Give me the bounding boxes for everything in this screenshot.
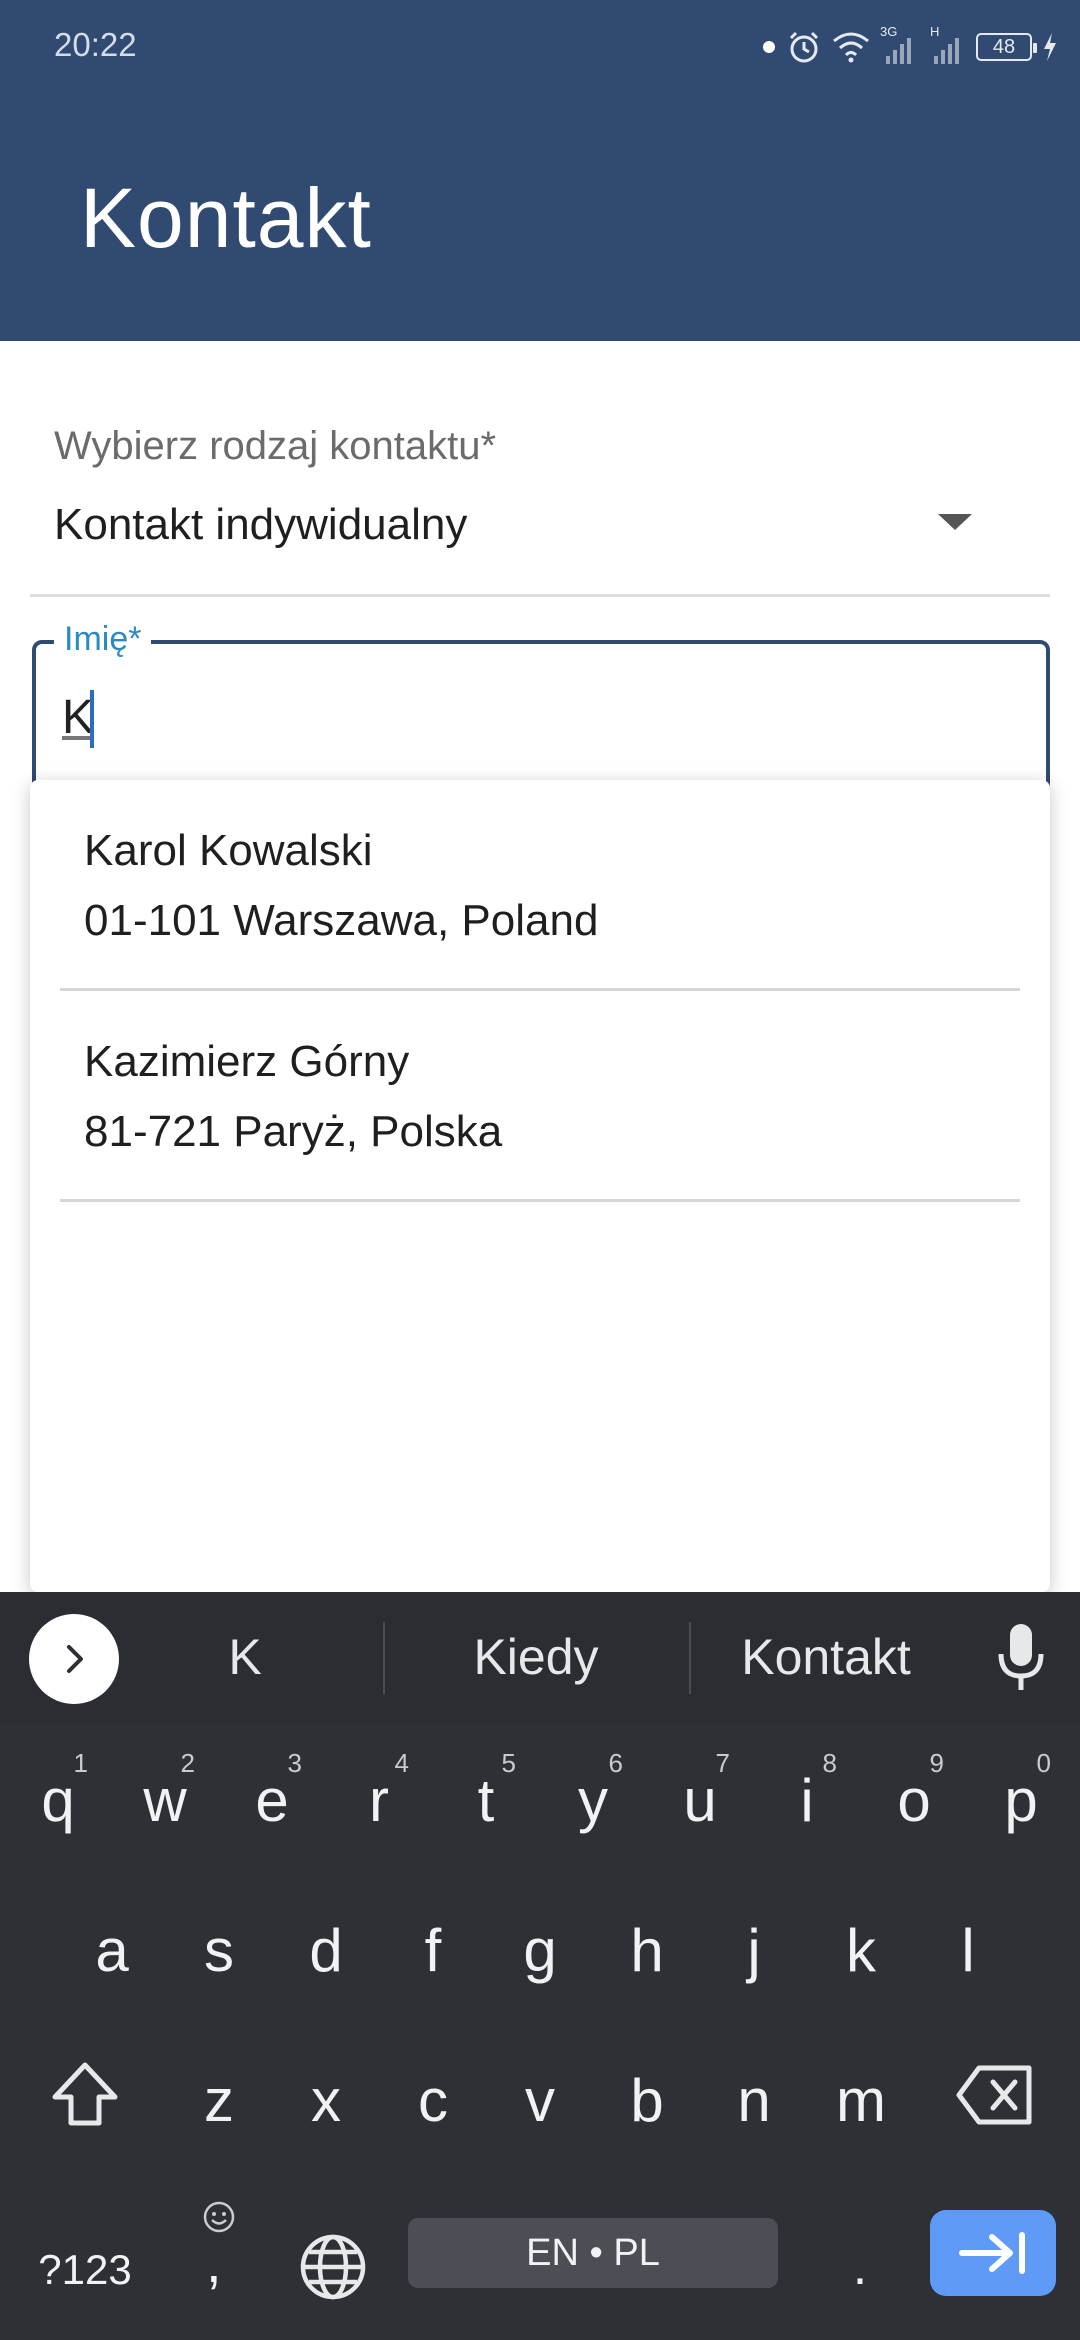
key-l[interactable]: l [918,1886,1018,2016]
autocomplete-dropdown: Karol Kowalski 01-101 Warszawa, Poland K… [30,780,1050,1592]
contact-type-label: Wybierz rodzaj kontaktu* [54,424,497,468]
key-number-hint: 0 [1036,1748,1051,1778]
text-cursor [90,690,94,748]
status-time: 20:22 [54,26,137,63]
period-key[interactable]: . [820,2232,900,2302]
next-arrow-icon[interactable] [930,2210,1056,2296]
contact-type-underline [30,594,1050,597]
key-m[interactable]: m [811,2036,911,2166]
key-label: i [800,1767,814,1834]
alarm-icon [789,31,819,63]
key-number-hint: 6 [608,1748,623,1778]
key-label: y [578,1767,608,1834]
signal-3g-icon: 3G [880,24,918,66]
suggestion-name: Karol Kowalski [84,826,373,875]
mic-icon[interactable] [994,1622,1048,1694]
key-n[interactable]: n [704,2036,804,2166]
key-d[interactable]: d [276,1886,376,2016]
key-u[interactable]: u7 [650,1736,750,1866]
status-icons: 3G H 48 [762,22,1058,72]
key-number-hint: 9 [929,1748,944,1778]
key-label: p [1004,1767,1038,1834]
suggestion-separator [383,1622,385,1694]
emoji-comma-key[interactable]: , [182,2200,258,2310]
key-y[interactable]: y6 [543,1736,643,1866]
key-z[interactable]: z [169,2036,269,2166]
chevron-right-icon[interactable] [29,1614,119,1704]
wifi-icon [833,32,869,63]
key-e[interactable]: e3 [222,1736,322,1866]
key-a[interactable]: a [62,1886,162,2016]
notification-dot-icon [763,41,775,53]
key-h[interactable]: h [597,1886,697,2016]
suggestion-address: 81-721 Paryż, Polska [84,1107,503,1156]
key-b[interactable]: b [597,2036,697,2166]
key-s[interactable]: s [169,1886,269,2016]
keyboard-suggestion[interactable]: K [145,1622,345,1692]
charging-icon [1044,33,1056,61]
keyboard-suggestion-strip: K Kiedy Kontakt [0,1592,1080,1724]
signal-h-icon: H [928,24,966,66]
key-label: e [255,1767,289,1834]
key-j[interactable]: j [704,1886,804,2016]
key-w[interactable]: w2 [115,1736,215,1866]
key-label: t [477,1767,495,1834]
suggestion-address: 01-101 Warszawa, Poland [84,896,599,945]
symbols-key[interactable]: ?123 [20,2230,150,2310]
key-o[interactable]: o9 [864,1736,964,1866]
battery-level: 48 [992,36,1016,58]
soft-keyboard: K Kiedy Kontakt q1w2e3r4t5y6u7i8o9p0 asd… [0,1592,1080,2340]
globe-icon[interactable] [288,2222,378,2312]
keyboard-suggestion[interactable]: Kontakt [706,1622,946,1692]
key-i[interactable]: i8 [757,1736,857,1866]
key-label: q [41,1767,75,1834]
divider [60,1199,1020,1202]
keyboard-suggestion[interactable]: Kiedy [400,1622,672,1692]
key-number-hint: 3 [287,1748,302,1778]
page-title: Kontakt [80,171,372,265]
suggestion-name: Kazimierz Górny [84,1037,410,1086]
comma-label: , [206,2231,222,2294]
key-r[interactable]: r4 [329,1736,429,1866]
first-name-label: Imię* [54,620,152,659]
suggestion-item[interactable]: Kazimierz Górny 81-721 Paryż, Polska [30,991,1050,1202]
key-q[interactable]: q1 [8,1736,108,1866]
key-number-hint: 7 [715,1748,730,1778]
key-number-hint: 4 [394,1748,409,1778]
key-k[interactable]: k [811,1886,911,2016]
key-p[interactable]: p0 [971,1736,1071,1866]
emoji-icon [203,2201,235,2233]
key-number-hint: 8 [822,1748,837,1778]
app-bar: 20:22 3G H 48 Kontakt [0,0,1080,341]
key-label: o [897,1767,931,1834]
key-number-hint: 5 [501,1748,516,1778]
key-number-hint: 2 [180,1748,195,1778]
contact-type-select[interactable]: Kontakt indywidualny [54,500,467,550]
dropdown-arrow-icon[interactable] [938,514,972,530]
key-label: r [369,1767,389,1834]
backspace-icon[interactable] [950,2054,1040,2136]
battery-icon: 48 [976,33,1037,61]
suggestion-separator [689,1622,691,1694]
key-c[interactable]: c [383,2036,483,2166]
key-x[interactable]: x [276,2036,376,2166]
key-g[interactable]: g [490,1886,590,2016]
key-label: u [683,1767,717,1834]
key-t[interactable]: t5 [436,1736,536,1866]
key-f[interactable]: f [383,1886,483,2016]
suggestion-item[interactable]: Karol Kowalski 01-101 Warszawa, Poland [30,780,1050,991]
shift-icon[interactable] [44,2054,126,2136]
key-number-hint: 1 [73,1748,88,1778]
space-key[interactable]: EN • PL [408,2218,778,2288]
key-v[interactable]: v [490,2036,590,2166]
